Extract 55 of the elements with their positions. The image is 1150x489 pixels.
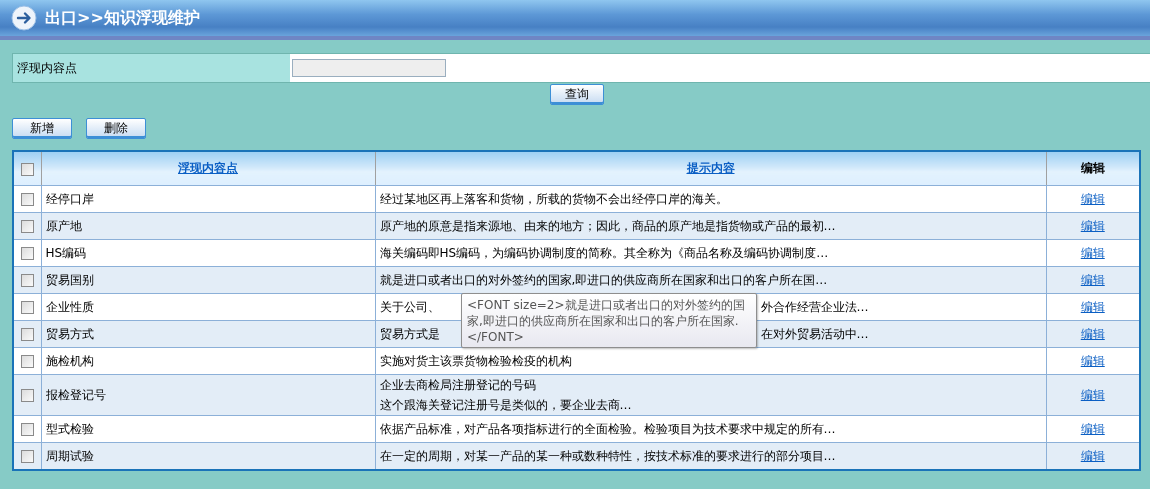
table-cell-text: 实施对货主该票货物检验检疫的机构 <box>379 353 573 370</box>
action-button[interactable]: 删除 <box>86 118 146 139</box>
table-cell: 经停口岸 <box>45 191 94 206</box>
checkbox[interactable] <box>20 328 34 341</box>
table-cell: 贸易方式是 <box>379 325 440 343</box>
input-field[interactable] <box>292 59 446 77</box>
checkbox[interactable] <box>20 301 34 314</box>
page-title: 出口>>知识浮现维护 <box>45 7 200 29</box>
checkbox[interactable] <box>20 389 34 402</box>
table-cell-text: 经过某地区再上落客和货物，所载的货物不会出经停口岸的海关。 <box>379 191 729 208</box>
table-cell-text: 企业去商检局注册登记的号码 <box>379 377 537 394</box>
checkbox[interactable] <box>20 274 34 287</box>
table-cell-text: 依据产品标准，对产品各项指标进行的全面检验。检验项目为技术要求中规定的所有… <box>379 421 837 438</box>
edit-link[interactable]: 编辑 <box>1080 272 1105 287</box>
table-cell: 企业性质 <box>45 299 94 314</box>
edit-link[interactable]: 编辑 <box>1080 218 1105 233</box>
table-cell: 贸易方式 <box>45 326 94 341</box>
edit-link[interactable]: 编辑 <box>1080 245 1105 260</box>
edit-link[interactable]: 编辑 <box>1080 387 1105 402</box>
checkbox[interactable] <box>20 193 34 206</box>
table-cell-text: 这个跟海关登记注册号是类似的，要企业去商… <box>379 397 633 414</box>
column-sort-link[interactable]: 浮现内容点 <box>178 161 238 175</box>
table-cell: 原产地 <box>45 218 82 233</box>
table-cell: HS编码 <box>45 245 87 260</box>
query-button[interactable]: 查询 <box>550 84 604 105</box>
checkbox[interactable] <box>20 220 34 233</box>
table-cell: 型式检验 <box>45 421 94 436</box>
edit-link[interactable]: 编辑 <box>1080 326 1105 341</box>
checkbox[interactable] <box>20 450 34 463</box>
edit-link[interactable]: 编辑 <box>1080 421 1105 436</box>
table-cell-text: 就是进口或者出口的对外签约的国家,即进口的供应商所在国家和出口的客户所在国… <box>379 272 829 289</box>
table-cell: 报检登记号 <box>45 387 106 402</box>
edit-link[interactable]: 编辑 <box>1080 191 1105 206</box>
table-cell: 外合作经营企业法… <box>760 298 869 316</box>
table-cell: 贸易国别 <box>45 272 94 287</box>
field-label: 浮现内容点 <box>12 54 290 82</box>
checkbox[interactable] <box>20 355 34 368</box>
edit-link[interactable]: 编辑 <box>1080 299 1105 314</box>
edit-link[interactable]: 编辑 <box>1080 353 1105 368</box>
table-cell-text: 原产地的原意是指来源地、由来的地方；因此，商品的原产地是指货物或产品的最初… <box>379 218 837 235</box>
checkbox[interactable] <box>20 162 34 176</box>
tooltip: <FONT size=2>就是进口或者出口的对外签约的国家,即进口的供应商所在国家和出口的客户所在国家.</FONT> <box>461 293 757 348</box>
edit-link[interactable]: 编辑 <box>1080 448 1105 463</box>
checkbox[interactable] <box>20 247 34 260</box>
column-sort-link[interactable]: 提示内容 <box>686 161 735 175</box>
column-header: 编辑 <box>1080 161 1105 175</box>
checkbox[interactable] <box>20 423 34 436</box>
table-cell: 关于公司、 <box>379 298 440 316</box>
table-cell-text: 在一定的周期，对某一产品的某一种或数种特性，按技术标准的要求进行的部分项目… <box>379 448 837 465</box>
table-cell: 周期试验 <box>45 448 94 463</box>
arrow-circle-icon <box>11 5 37 31</box>
action-button[interactable]: 新增 <box>12 118 72 139</box>
table-cell: 施检机构 <box>45 353 94 368</box>
table-cell-text: 海关编码即HS编码，为编码协调制度的简称。其全称为《商品名称及编码协调制度… <box>379 245 830 262</box>
table-cell: 在对外贸易活动中… <box>760 325 869 343</box>
